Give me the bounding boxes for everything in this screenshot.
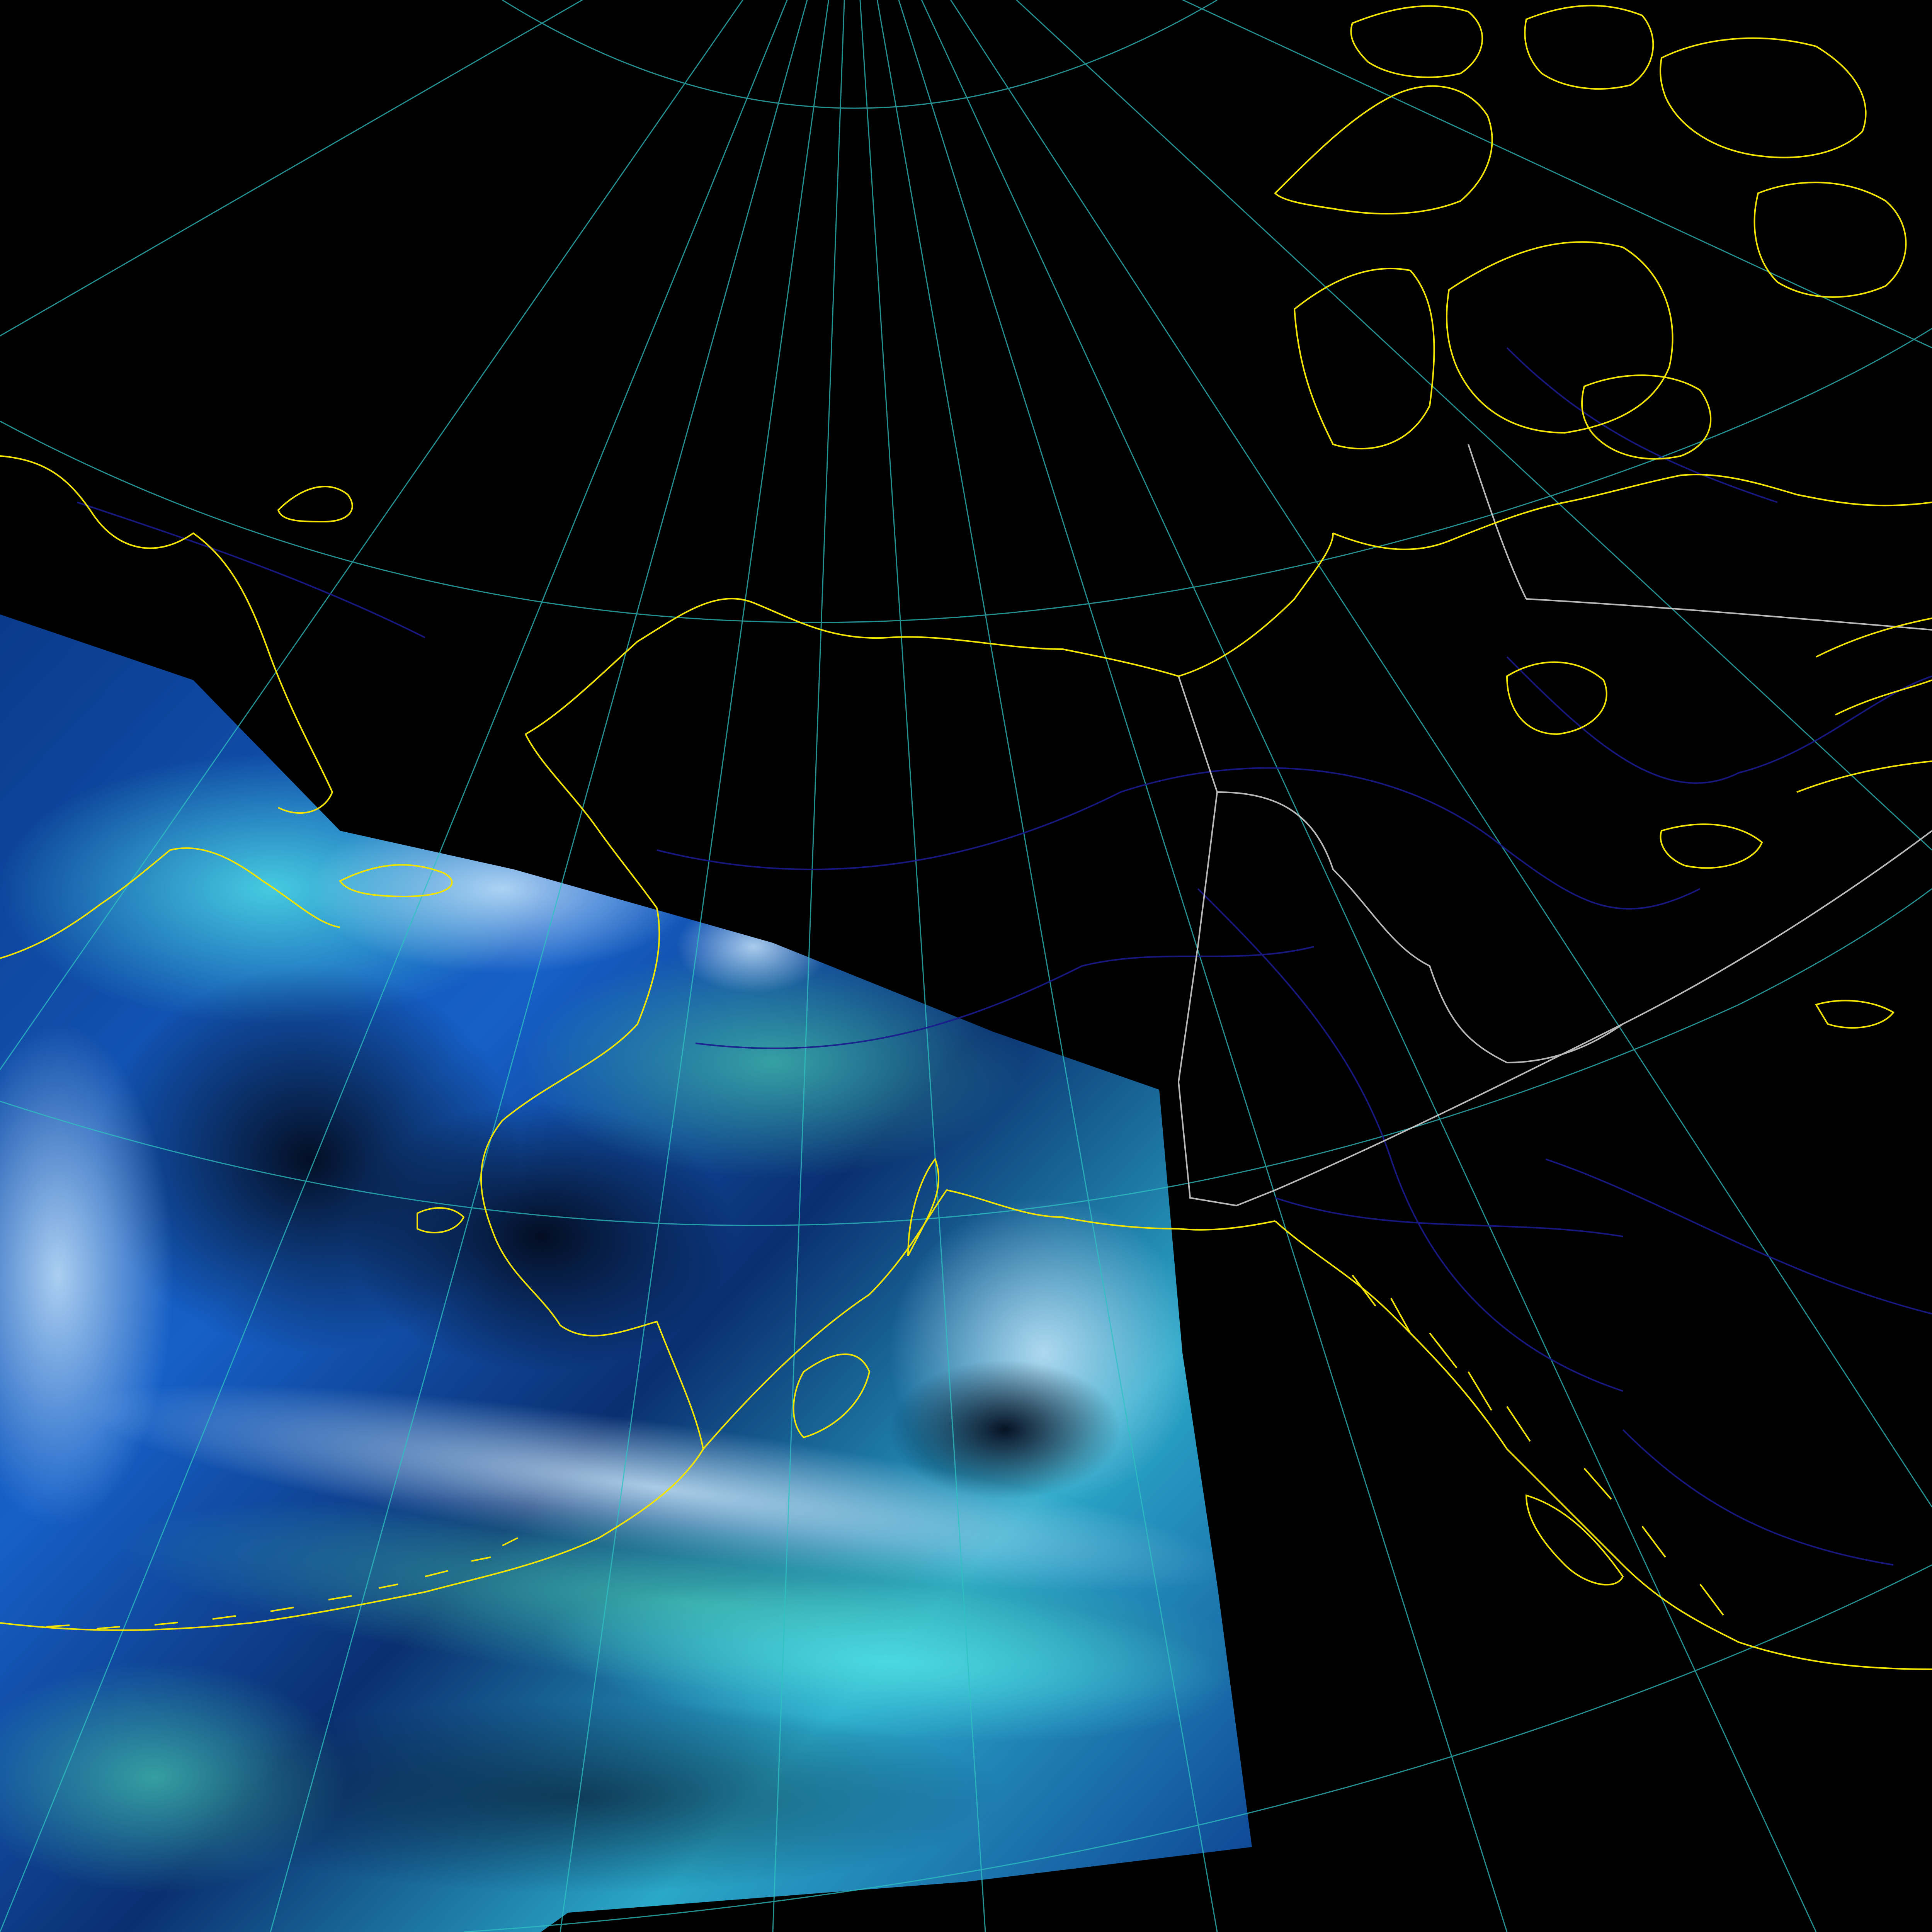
meridian-line	[1015, 0, 1932, 851]
border-yukon-nwt	[1217, 791, 1507, 1063]
meridian-line	[1181, 0, 1932, 349]
lake-athabasca	[1815, 1000, 1895, 1029]
cloud-mass	[309, 804, 696, 974]
coastline-canada-arctic	[1333, 474, 1932, 550]
coastline-wrangel-island	[277, 486, 353, 523]
coastline-arctic-islands	[1274, 85, 1493, 215]
coastline-banks-island	[1293, 267, 1435, 450]
coastline-arctic-islands	[1524, 5, 1654, 90]
meridian-line	[0, 0, 583, 337]
coastline-arctic-islands	[1350, 5, 1483, 78]
border-bc-yukon	[1275, 830, 1932, 1191]
coastline-arctic-islands	[1660, 37, 1867, 158]
coastline-fjords	[1352, 1274, 1724, 1616]
satellite-swath	[0, 614, 1252, 1932]
parallel-line	[502, 0, 1218, 109]
river-line	[1545, 1158, 1932, 1315]
river-line	[1275, 1197, 1623, 1237]
coastline-panhandle-bc	[1274, 1220, 1932, 1670]
river-line	[77, 502, 425, 638]
border-nwt-nunavut	[1507, 1023, 1624, 1063]
coastline-arctic-islands	[1753, 182, 1907, 298]
coastline-vancouver-island	[1525, 1494, 1624, 1586]
river-line	[1506, 656, 1932, 784]
border-arctic-line	[1526, 598, 1932, 631]
political-borders	[1177, 444, 1932, 1207]
coastline-alaska-north	[525, 533, 1334, 735]
border-alaska-canada	[1177, 676, 1276, 1207]
coastline-eastern-arctic	[1796, 617, 1932, 793]
river-line	[1197, 888, 1623, 1392]
coastline-arctic-islands	[1581, 374, 1712, 460]
river-line	[1622, 1429, 1894, 1566]
lake-great-slave	[1660, 823, 1763, 869]
coastline-victoria-island	[1446, 241, 1673, 434]
satellite-map	[0, 0, 1932, 1932]
lake-great-bear	[1506, 661, 1607, 735]
